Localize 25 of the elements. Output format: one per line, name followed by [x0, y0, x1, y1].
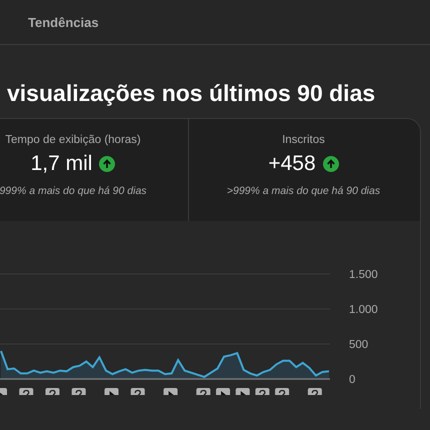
video-marker-icon[interactable]: [164, 388, 178, 395]
metric-label: Tempo de exibição (horas): [5, 134, 141, 146]
video-marker-icon[interactable]: [104, 388, 119, 395]
help-marker-icon[interactable]: [255, 388, 270, 395]
help-marker-icon[interactable]: [308, 388, 322, 395]
metric-value: 1,7 mil: [30, 152, 92, 176]
help-marker-icon[interactable]: [196, 388, 210, 395]
help-marker-icon[interactable]: [275, 388, 290, 395]
metric-value: +458: [268, 152, 316, 176]
help-marker-icon[interactable]: [19, 388, 34, 395]
help-marker-icon[interactable]: [130, 388, 145, 395]
axis-label: 1.000: [349, 304, 378, 316]
help-marker-icon[interactable]: [72, 388, 86, 395]
metric-label: Inscritos: [282, 134, 325, 146]
tab[interactable]: Tendências: [28, 14, 99, 30]
video-marker-icon[interactable]: [236, 388, 250, 395]
axis-label: 500: [349, 339, 368, 351]
axis-label: 1.500: [349, 269, 378, 281]
comparison-text: >999% a mais do que há 90 dias: [226, 185, 380, 197]
page-title: visualizações nos últimos 90 dias: [6, 79, 376, 108]
comparison-text: 999% a mais do que há 90 dias: [0, 185, 147, 197]
axis-label: 0: [349, 374, 356, 386]
help-marker-icon[interactable]: [45, 388, 60, 395]
video-marker-icon[interactable]: [0, 388, 7, 395]
video-marker-icon[interactable]: [216, 388, 230, 395]
